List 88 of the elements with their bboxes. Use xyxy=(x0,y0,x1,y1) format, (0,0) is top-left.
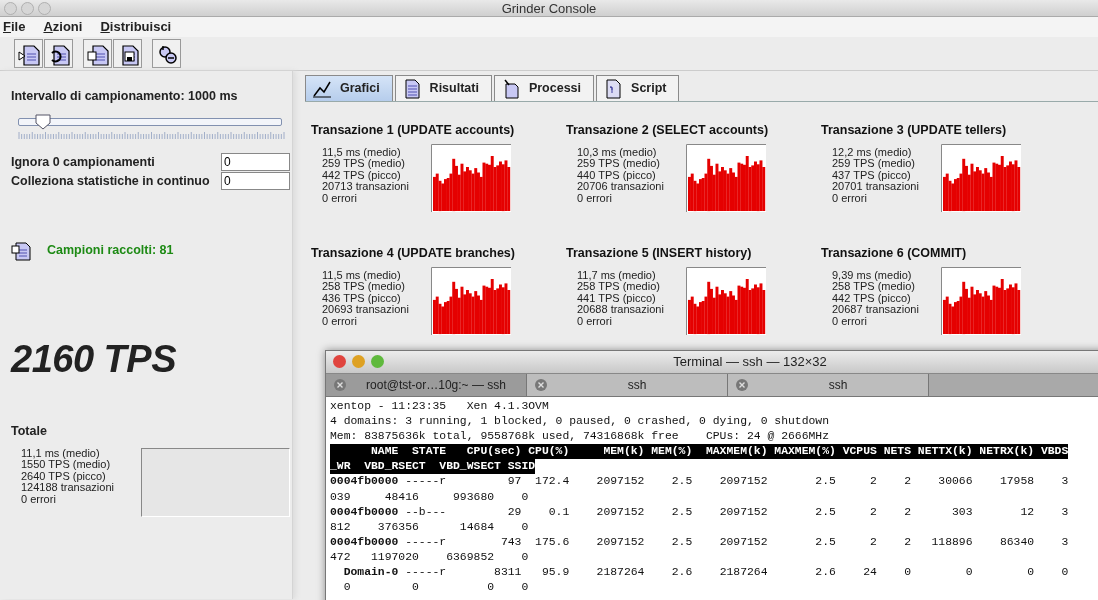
terminal-line: 0004fb0000 -----r 97 172.4 2097152 2.5 2097152 2.5 2 2 30066 17958 3 xyxy=(330,474,1070,490)
stat-text: 441 TPS (picco) xyxy=(577,292,656,304)
toolbar-button[interactable] xyxy=(152,39,181,68)
stat-text: 12,2 ms (medio) xyxy=(832,146,913,159)
window-control[interactable] xyxy=(352,355,365,368)
toolbar-button[interactable] xyxy=(83,39,112,68)
window-control[interactable] xyxy=(371,355,384,368)
stat-text: 11,5 ms (medio) xyxy=(322,269,402,281)
stat-text: 258 TPS (medio) xyxy=(577,281,661,293)
terminal-line: Domain-0 -----r 8311 95.9 2187264 2.6 2187264 2.6 24 0 0 0 0 xyxy=(342,565,1070,581)
stat-text: 442 TPS (picco) xyxy=(832,292,911,304)
tab[interactable]: Processi xyxy=(493,75,595,101)
stat-text: 258 TPS (medio) xyxy=(322,281,406,293)
terminal-line: 472 1197020 6369852 0 xyxy=(330,549,530,565)
stat-text: 10,3 ms (medio) xyxy=(577,146,658,159)
stat-text: 0 errori xyxy=(832,192,868,205)
input-field[interactable]: 0 xyxy=(221,172,290,191)
stat-text: 20713 transazioni xyxy=(322,181,410,193)
stat-text: 258 TPS (medio) xyxy=(832,281,916,293)
stat-text: 20701 transazioni xyxy=(832,181,920,193)
stat-text: 20693 transazioni xyxy=(322,304,410,316)
input-field[interactable]: 0 xyxy=(221,153,290,172)
stat-text: 20688 transazioni xyxy=(577,304,665,316)
terminal-tab[interactable]: ssh xyxy=(728,374,929,396)
transaction-title: Transazione 3 (UPDATE tellers) xyxy=(821,122,1008,139)
stat-text: 20706 transazioni xyxy=(577,181,665,193)
stat-text: 0 errori xyxy=(21,493,57,505)
close-icon xyxy=(334,379,346,391)
close-icon xyxy=(535,379,547,391)
toolbar-button[interactable] xyxy=(14,39,43,68)
terminal-line: xentop - 11:23:35 Xen 4.1.3OVM xyxy=(330,399,550,414)
tab[interactable]: Risultati xyxy=(394,75,492,101)
column-headers: NAME STATE CPU(sec) CPU(%) MEM(k) MEM(%) MAXMEM(k) MAXMEM(%) VCPUS NETS NETTX(k) NETRX(k) VBDS xyxy=(330,444,1069,460)
status-text: Campioni raccolti: 81 xyxy=(47,242,174,260)
window-title: Grinder Console xyxy=(501,1,597,16)
transaction-title: Transazione 5 (INSERT history) xyxy=(566,244,753,262)
stat-text: 442 TPS (picco) xyxy=(322,169,401,182)
tab[interactable]: Grafici xyxy=(305,75,393,101)
transaction-title: Transazione 6 (COMMIT) xyxy=(821,244,968,262)
close-icon xyxy=(736,379,748,391)
transaction-title: Transazione 4 (UPDATE branches) xyxy=(311,244,516,262)
terminal-line: 0004fb0000 --b--- 29 0.1 2097152 2.5 2097152 2.5 2 2 303 12 3 xyxy=(330,504,1070,520)
terminal-tab[interactable]: ssh xyxy=(527,374,728,396)
slider-label: Intervallo di campionamento: 1000 ms xyxy=(11,88,239,105)
stat-text: 2640 TPS (picco) xyxy=(21,470,106,482)
stat-text: 20687 transazioni xyxy=(832,304,920,316)
terminal-line: 0004fb0000 -----r 743 175.6 2097152 2.5 2097152 2.5 2 2 118896 86340 3 xyxy=(330,534,1070,550)
stat-text: 9,39 ms (medio) xyxy=(832,269,913,281)
documents-icon xyxy=(11,240,31,261)
column-headers: _WR VBD_RSECT VBD_WSECT SSID xyxy=(330,459,536,475)
throughput-value: 2160 TPS xyxy=(11,336,177,382)
menu-item[interactable]: Azioni xyxy=(43,17,83,37)
script-file-icon xyxy=(603,78,624,99)
stat-text: 1550 TPS (medio) xyxy=(21,459,112,471)
stat-text: 0 errori xyxy=(322,192,358,205)
terminal-line: 812 376356 14684 0 xyxy=(330,519,530,535)
window-title: Terminal — ssh — 132×32 xyxy=(673,354,827,369)
terminal-line: 0 0 0 0 xyxy=(342,580,530,596)
toolbar-button[interactable] xyxy=(113,39,142,68)
stat-text: 259 TPS (medio) xyxy=(322,158,406,170)
stat-text: 11,5 ms (medio) xyxy=(322,146,402,159)
menu-item[interactable]: File xyxy=(3,17,26,37)
stat-text: 436 TPS (picco) xyxy=(322,292,401,304)
stat-text: 440 TPS (picco) xyxy=(577,169,656,182)
slider-thumb[interactable] xyxy=(34,113,51,130)
stat-text: 124188 transazioni xyxy=(21,482,115,494)
stat-text: 0 errori xyxy=(322,315,358,327)
section-title: Totale xyxy=(11,422,48,440)
terminal-line: Mem: 83875636k total, 9558768k used, 74316868k free CPUs: 24 @ 2666MHz xyxy=(330,429,830,445)
terminal-line: 4 domains: 3 running, 1 blocked, 0 paused, 0 crashed, 0 dying, 0 shutdown xyxy=(330,414,830,430)
stat-text: 0 errori xyxy=(577,192,613,205)
transaction-title: Transazione 2 (SELECT accounts) xyxy=(566,122,770,139)
stat-text: 259 TPS (medio) xyxy=(577,158,661,170)
stat-text: 437 TPS (picco) xyxy=(832,169,911,182)
menu-item[interactable]: Distribuisci xyxy=(100,17,172,37)
field-label: Ignora 0 campionamenti xyxy=(11,153,156,171)
window-control[interactable] xyxy=(333,355,346,368)
transaction-title: Transazione 1 (UPDATE accounts) xyxy=(311,122,516,139)
stat-text: 0 errori xyxy=(832,315,868,327)
stat-text: 259 TPS (medio) xyxy=(832,158,916,170)
toolbar-button[interactable] xyxy=(44,39,73,68)
terminal-tab[interactable]: root@tst-or…10g:~ — ssh xyxy=(326,374,527,396)
stat-text: 11,1 ms (medio) xyxy=(21,447,101,459)
stat-text: 0 errori xyxy=(577,315,613,327)
tab[interactable]: Script xyxy=(596,75,680,101)
field-label: Colleziona statistiche in continuo xyxy=(11,172,211,190)
stat-text: 11,7 ms (medio) xyxy=(577,269,657,281)
terminal-line: 039 48416 993680 0 xyxy=(330,489,530,505)
